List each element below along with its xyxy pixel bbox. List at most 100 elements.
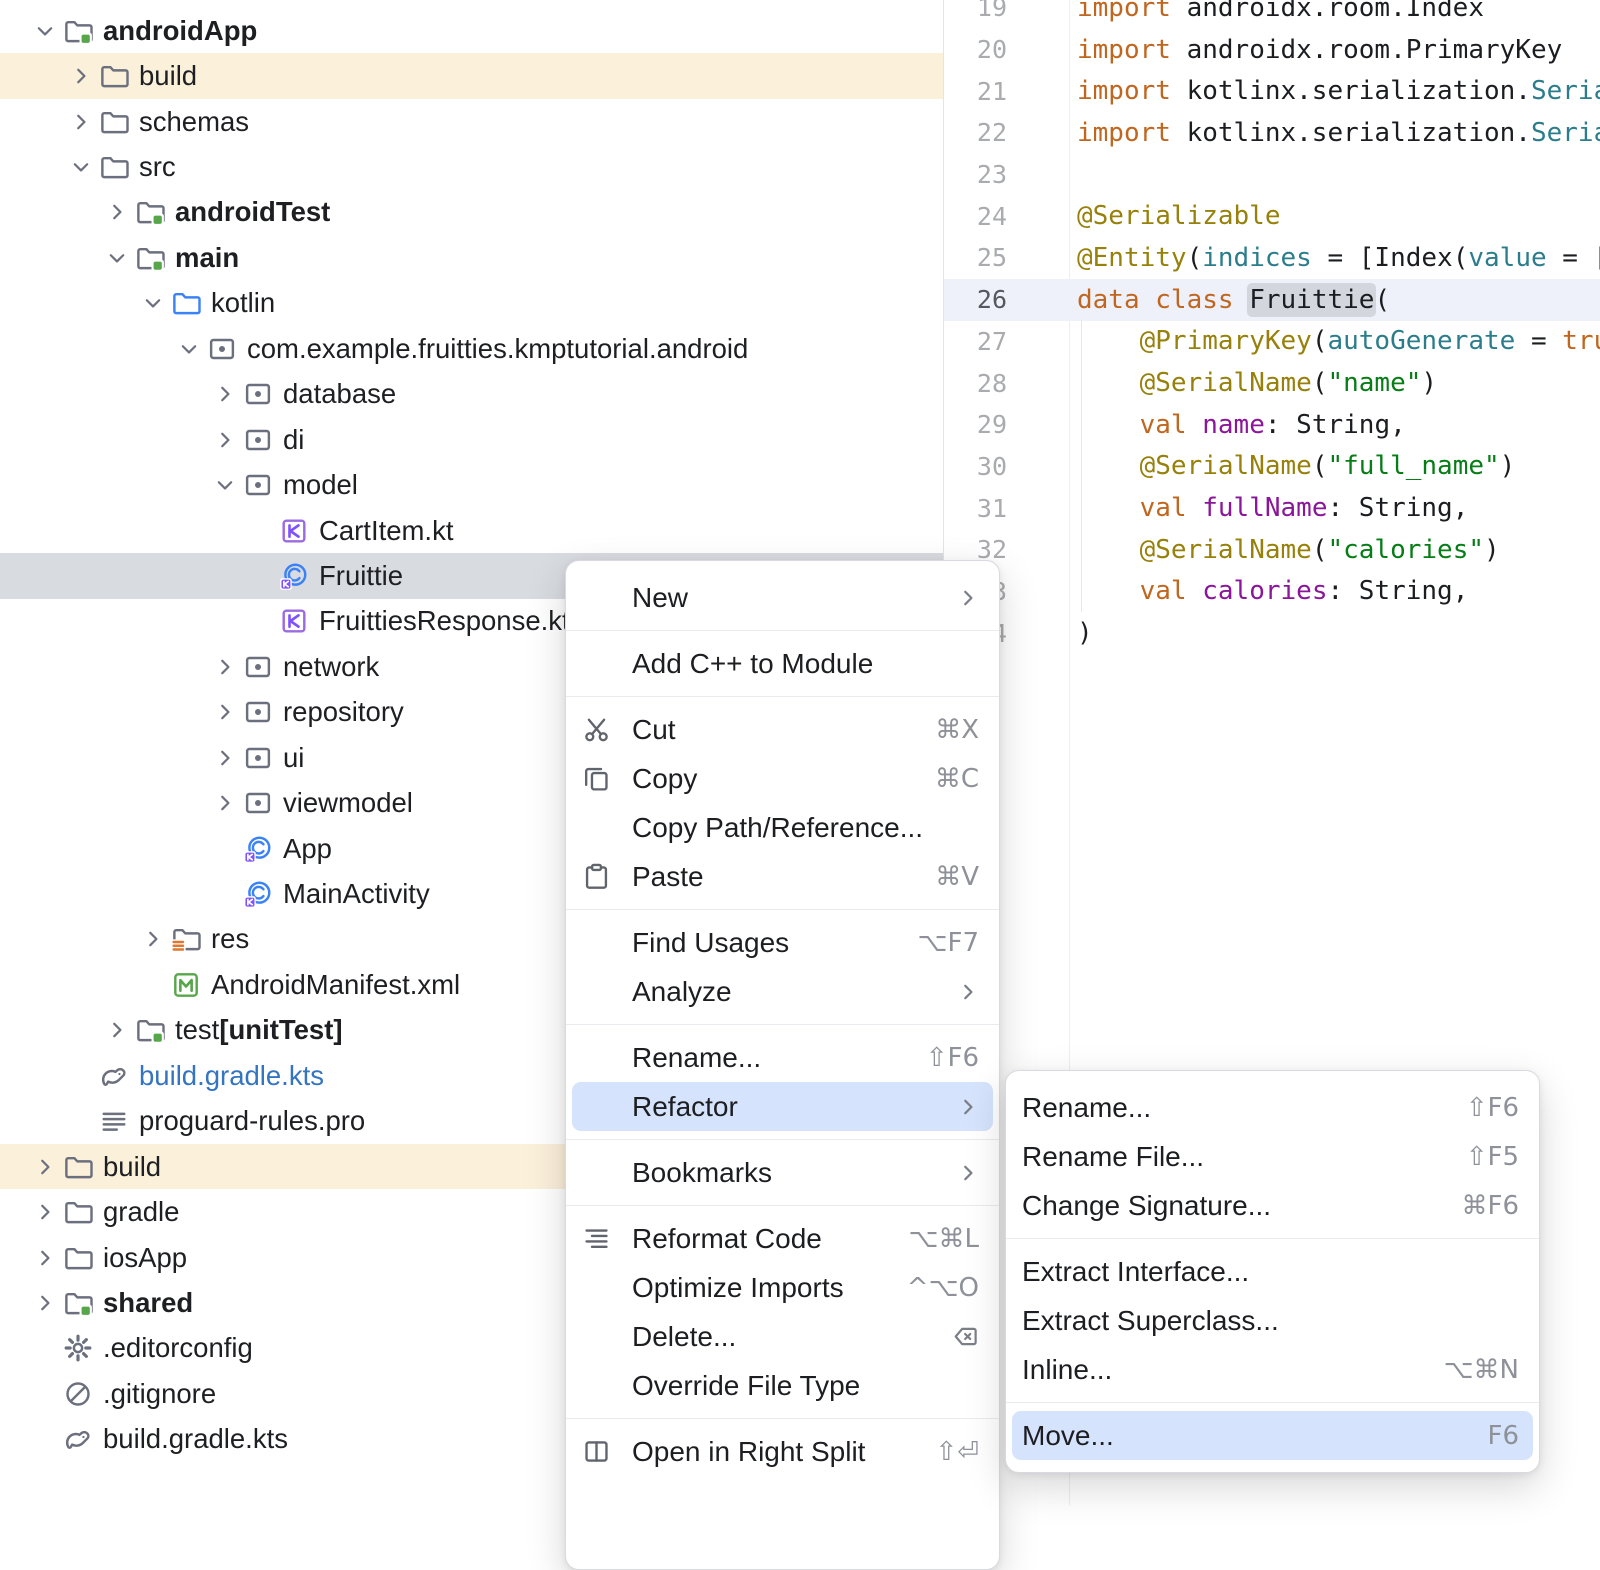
menu-item-cut[interactable]: Cut⌘X <box>572 705 993 754</box>
chevron-right-icon[interactable] <box>100 197 134 227</box>
line-number[interactable]: 21 <box>944 77 1069 106</box>
line-number[interactable]: 22 <box>944 118 1069 147</box>
chevron-right-icon[interactable] <box>208 425 242 455</box>
chevron-right-icon[interactable] <box>28 1243 62 1273</box>
menu-item-new[interactable]: New <box>572 573 993 622</box>
chevron-right-icon[interactable] <box>28 1288 62 1318</box>
code-line[interactable]: 29 val name: String, <box>944 404 1600 446</box>
code-token: class <box>1155 285 1233 315</box>
line-number[interactable]: 26 <box>944 285 1069 314</box>
code-token: ) <box>1484 535 1500 565</box>
menu-item-right: ⌥F7 <box>918 928 979 958</box>
code-line[interactable]: 19import androidx.room.Index <box>944 0 1600 29</box>
menu-item-optimize-imports[interactable]: Optimize Imports^⌥O <box>572 1263 993 1312</box>
line-number[interactable]: 27 <box>944 327 1069 356</box>
chevron-right-icon[interactable] <box>208 652 242 682</box>
chevron-right-icon[interactable] <box>28 1152 62 1182</box>
menu-item-extract-superclass[interactable]: Extract Superclass... <box>1012 1296 1533 1345</box>
tree-item-com-example-fruitties-kmptutorial-android[interactable]: com.example.fruitties.kmptutorial.androi… <box>0 326 943 371</box>
menu-item-open-in-right-split[interactable]: Open in Right Split⇧⏎ <box>572 1427 993 1476</box>
code-line[interactable]: 28 @SerialName("name") <box>944 362 1600 404</box>
tree-item-di[interactable]: di <box>0 417 943 462</box>
tree-item-androidapp[interactable]: androidApp <box>0 8 943 53</box>
chevron-right-icon[interactable] <box>208 379 242 409</box>
code-line[interactable]: 21import kotlinx.serialization.SerialNam… <box>944 70 1600 112</box>
line-number[interactable]: 23 <box>944 160 1069 189</box>
code-text: val name: String, <box>1069 410 1406 440</box>
tree-item-kotlin[interactable]: kotlin <box>0 281 943 326</box>
chevron-down-icon[interactable] <box>100 243 134 273</box>
menu-item-delete[interactable]: Delete... <box>572 1312 993 1361</box>
menu-item-rename[interactable]: Rename...⇧F6 <box>1012 1083 1533 1132</box>
chevron-right-icon[interactable] <box>28 1197 62 1227</box>
line-number[interactable]: 28 <box>944 369 1069 398</box>
line-number[interactable]: 20 <box>944 35 1069 64</box>
chevron-right-icon[interactable] <box>208 743 242 773</box>
code-token: name <box>1202 410 1265 440</box>
menu-item-inline[interactable]: Inline...⌥⌘N <box>1012 1345 1533 1394</box>
code-line[interactable]: 22import kotlinx.serialization.Serializa… <box>944 112 1600 154</box>
chevron-down-icon[interactable] <box>28 16 62 46</box>
code-line[interactable]: 23 <box>944 154 1600 196</box>
menu-item-label: Bookmarks <box>632 1157 772 1189</box>
folder-icon <box>98 107 130 137</box>
menu-item-move[interactable]: Move...F6 <box>1012 1411 1533 1460</box>
code-line[interactable]: 34) <box>944 612 1600 654</box>
menu-item-override-file-type[interactable]: Override File Type <box>572 1361 993 1410</box>
menu-item-bookmarks[interactable]: Bookmarks <box>572 1148 993 1197</box>
code-area: 19import androidx.room.Index20import and… <box>944 0 1600 654</box>
menu-item-find-usages[interactable]: Find Usages⌥F7 <box>572 918 993 967</box>
menu-item-refactor[interactable]: Refactor <box>572 1082 993 1131</box>
tree-item-schemas[interactable]: schemas <box>0 99 943 144</box>
line-number[interactable]: 25 <box>944 243 1069 272</box>
code-token <box>1234 285 1250 315</box>
menu-item-label: Delete... <box>632 1321 736 1353</box>
menu-item-rename-file[interactable]: Rename File...⇧F5 <box>1012 1132 1533 1181</box>
chevron-right-icon[interactable] <box>136 924 170 954</box>
menu-item-copy[interactable]: Copy⌘C <box>572 754 993 803</box>
line-number[interactable]: 29 <box>944 410 1069 439</box>
tree-item-src[interactable]: src <box>0 144 943 189</box>
code-line[interactable]: 30 @SerialName("full_name") <box>944 446 1600 488</box>
chevron-down-icon[interactable] <box>208 470 242 500</box>
code-token <box>1077 410 1140 440</box>
line-number[interactable]: 19 <box>944 0 1069 22</box>
menu-item-extract-interface[interactable]: Extract Interface... <box>1012 1247 1533 1296</box>
code-line[interactable]: 31 val fullName: String, <box>944 487 1600 529</box>
tree-item-label: App <box>283 833 332 865</box>
code-line[interactable]: 32 @SerialName("calories") <box>944 529 1600 571</box>
tree-item-database[interactable]: database <box>0 372 943 417</box>
menu-item-analyze[interactable]: Analyze <box>572 967 993 1016</box>
chevron-down-icon[interactable] <box>172 334 206 364</box>
code-line[interactable]: 27 @PrimaryKey(autoGenerate = true) <box>944 321 1600 363</box>
tree-item-main[interactable]: main <box>0 235 943 280</box>
menu-item-copy-path-reference[interactable]: Copy Path/Reference... <box>572 803 993 852</box>
code-text: @SerialName("full_name") <box>1069 451 1515 481</box>
line-number[interactable]: 24 <box>944 202 1069 231</box>
tree-item-cartitem-kt[interactable]: CartItem.kt <box>0 508 943 553</box>
code-line[interactable]: 20import androidx.room.PrimaryKey <box>944 29 1600 71</box>
menu-item-change-signature[interactable]: Change Signature...⌘F6 <box>1012 1181 1533 1230</box>
tree-item-label: model <box>283 469 358 501</box>
code-line[interactable]: 33 val calories: String, <box>944 571 1600 613</box>
menu-item-add-c-to-module[interactable]: Add C++ to Module <box>572 639 993 688</box>
chevron-right-icon[interactable] <box>100 1015 134 1045</box>
code-line[interactable]: 25@Entity(indices = [Index(value = ["nam… <box>944 237 1600 279</box>
source-folder-icon <box>170 288 202 318</box>
line-number[interactable]: 30 <box>944 452 1069 481</box>
chevron-down-icon[interactable] <box>136 288 170 318</box>
chevron-right-icon[interactable] <box>208 697 242 727</box>
code-line[interactable]: 24@Serializable <box>944 195 1600 237</box>
menu-item-reformat-code[interactable]: Reformat Code⌥⌘L <box>572 1214 993 1263</box>
menu-item-paste[interactable]: Paste⌘V <box>572 852 993 901</box>
tree-item-model[interactable]: model <box>0 462 943 507</box>
tree-item-androidtest[interactable]: androidTest <box>0 190 943 235</box>
chevron-right-icon[interactable] <box>64 107 98 137</box>
chevron-down-icon[interactable] <box>64 152 98 182</box>
line-number[interactable]: 31 <box>944 494 1069 523</box>
menu-item-rename[interactable]: Rename...⇧F6 <box>572 1033 993 1082</box>
chevron-right-icon[interactable] <box>64 61 98 91</box>
tree-item-build[interactable]: build <box>0 53 943 98</box>
chevron-right-icon[interactable] <box>208 788 242 818</box>
code-line-current[interactable]: 26data class Fruittie( <box>944 279 1600 321</box>
